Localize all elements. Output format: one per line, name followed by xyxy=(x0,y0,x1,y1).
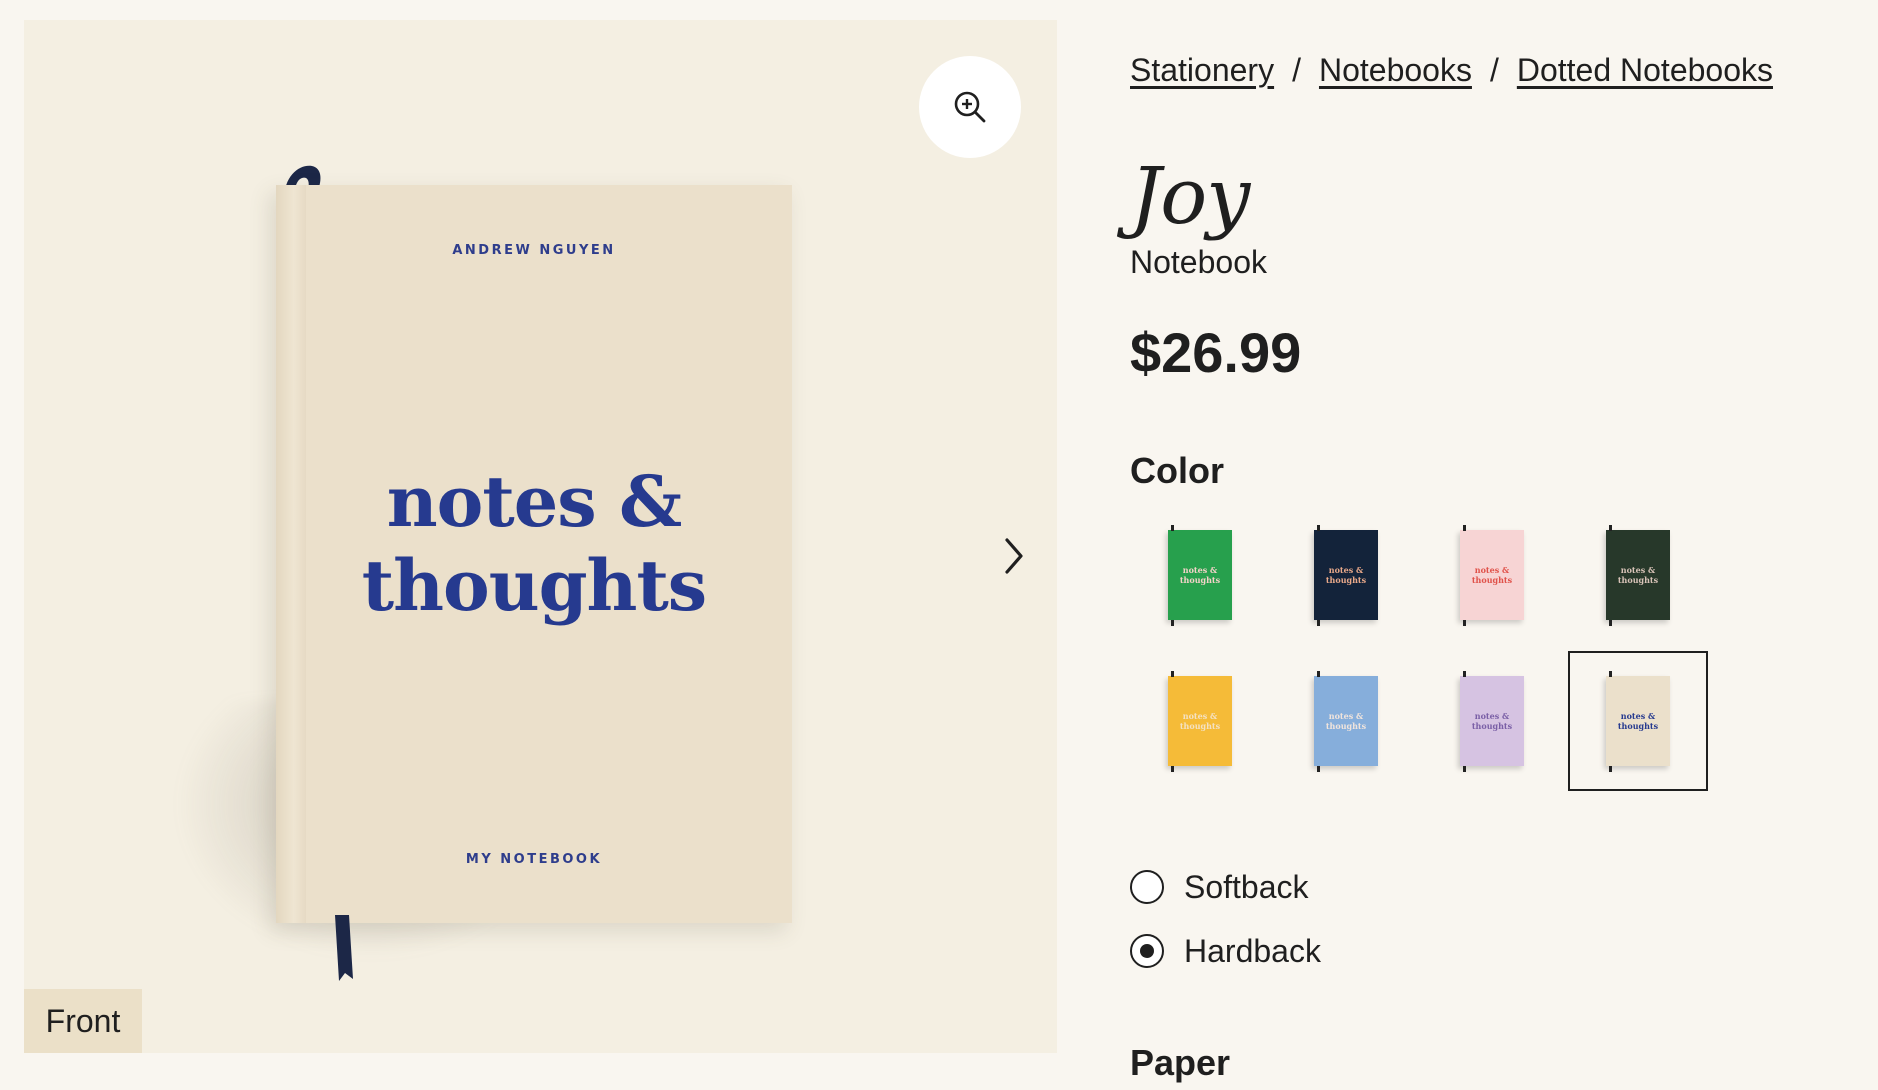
swatch-title-line1: notes & xyxy=(1620,565,1656,575)
color-swatch-yellow[interactable]: notes & thoughts xyxy=(1130,651,1270,791)
swatch-ribbon xyxy=(1609,766,1612,772)
swatch-book-thumbnail: notes & thoughts xyxy=(1606,525,1670,626)
color-section-title: Color xyxy=(1130,450,1224,491)
swatch-ribbon xyxy=(1317,671,1320,677)
swatch-book-thumbnail: notes & thoughts xyxy=(1460,671,1524,772)
cover-title-line1: notes & xyxy=(386,460,682,543)
swatch-book-title: notes & thoughts xyxy=(1618,711,1658,731)
swatch-title-line1: notes & xyxy=(1182,565,1218,575)
product-price: $26.99 xyxy=(1130,321,1302,384)
bookmark-ribbon-bottom xyxy=(335,915,353,981)
radio-unselected-icon[interactable] xyxy=(1130,870,1164,904)
swatch-ribbon xyxy=(1317,620,1320,626)
zoom-button[interactable] xyxy=(919,56,1021,158)
swatch-book-title: notes & thoughts xyxy=(1326,565,1366,585)
swatch-ribbon xyxy=(1463,525,1466,531)
swatch-ribbon xyxy=(1463,671,1466,677)
breadcrumb-link-stationery[interactable]: Stationery xyxy=(1130,52,1274,88)
chevron-right-icon xyxy=(1005,538,1023,574)
swatch-title-line2: thoughts xyxy=(1325,575,1367,585)
radio-dot xyxy=(1140,944,1154,958)
swatch-title-line1: notes & xyxy=(1328,711,1364,721)
color-swatch-grid: notes & thoughts notes & thoughts notes & tho… xyxy=(1130,505,1730,791)
swatch-book-title: notes & thoughts xyxy=(1472,711,1512,731)
swatch-title-line2: thoughts xyxy=(1179,721,1221,731)
swatch-ribbon xyxy=(1463,620,1466,626)
swatch-title-line1: notes & xyxy=(1328,565,1364,575)
color-swatch-lavender[interactable]: notes & thoughts xyxy=(1422,651,1562,791)
swatch-ribbon xyxy=(1171,620,1174,626)
color-swatch-green[interactable]: notes & thoughts xyxy=(1130,505,1270,645)
binding-option-softback[interactable]: Softback xyxy=(1130,855,1321,919)
swatch-title-line2: thoughts xyxy=(1325,721,1367,731)
swatch-ribbon xyxy=(1317,766,1320,772)
swatch-book-thumbnail: notes & thoughts xyxy=(1314,671,1378,772)
swatch-book-title: notes & thoughts xyxy=(1618,565,1658,585)
binding-option-hardback[interactable]: Hardback xyxy=(1130,919,1321,983)
product-type: Notebook xyxy=(1130,244,1267,280)
radio-selected-icon[interactable] xyxy=(1130,934,1164,968)
swatch-book-thumbnail: notes & thoughts xyxy=(1168,671,1232,772)
zoom-in-icon xyxy=(954,91,986,123)
swatch-ribbon xyxy=(1609,620,1612,626)
swatch-title-line1: notes & xyxy=(1474,565,1510,575)
binding-option-label: Hardback xyxy=(1184,932,1321,969)
swatch-title-line2: thoughts xyxy=(1471,575,1513,585)
color-swatch-blue[interactable]: notes & thoughts xyxy=(1276,651,1416,791)
product-gallery: ANDREW NGUYEN notes & thoughts MY NOTEBO… xyxy=(24,20,1057,1053)
color-swatch-dark-green[interactable]: notes & thoughts xyxy=(1568,505,1708,645)
notebook-cover: ANDREW NGUYEN notes & thoughts MY NOTEBO… xyxy=(276,185,792,923)
swatch-book-thumbnail: notes & thoughts xyxy=(1460,525,1524,626)
cover-title-line2: thoughts xyxy=(361,544,707,627)
breadcrumb-separator: / xyxy=(1489,52,1499,88)
color-swatch-cream[interactable]: notes & thoughts xyxy=(1568,651,1708,791)
breadcrumb-link-dotted-notebooks[interactable]: Dotted Notebooks xyxy=(1517,52,1773,88)
cover-title: notes & thoughts xyxy=(276,460,792,628)
swatch-book-thumbnail: notes & thoughts xyxy=(1314,525,1378,626)
swatch-title-line2: thoughts xyxy=(1471,721,1513,731)
next-image-button[interactable] xyxy=(984,506,1044,606)
swatch-ribbon xyxy=(1463,766,1466,772)
image-view-label: Front xyxy=(24,989,142,1053)
swatch-book-title: notes & thoughts xyxy=(1180,711,1220,731)
paper-section-title: Paper xyxy=(1130,1042,1231,1083)
swatch-title-line1: notes & xyxy=(1620,711,1656,721)
color-swatch-navy[interactable]: notes & thoughts xyxy=(1276,505,1416,645)
swatch-book-title: notes & thoughts xyxy=(1180,565,1220,585)
breadcrumb: Stationery / Notebooks / Dotted Notebooks xyxy=(1130,52,1773,89)
swatch-ribbon xyxy=(1171,525,1174,531)
swatch-title-line2: thoughts xyxy=(1179,575,1221,585)
product-name: Joy xyxy=(1130,152,1250,242)
swatch-book-title: notes & thoughts xyxy=(1472,565,1512,585)
product-image: ANDREW NGUYEN notes & thoughts MY NOTEBO… xyxy=(24,20,1057,1053)
swatch-ribbon xyxy=(1317,525,1320,531)
swatch-book-thumbnail: notes & thoughts xyxy=(1168,525,1232,626)
swatch-ribbon xyxy=(1609,525,1612,531)
swatch-title-line2: thoughts xyxy=(1617,721,1659,731)
cover-subtitle: MY NOTEBOOK xyxy=(465,852,603,867)
cover-author: ANDREW NGUYEN xyxy=(452,243,616,258)
color-swatch-pink[interactable]: notes & thoughts xyxy=(1422,505,1562,645)
swatch-ribbon xyxy=(1609,671,1612,677)
breadcrumb-separator: / xyxy=(1292,52,1301,88)
swatch-title-line1: notes & xyxy=(1474,711,1510,721)
swatch-ribbon xyxy=(1171,671,1174,677)
swatch-ribbon xyxy=(1171,766,1174,772)
breadcrumb-link-notebooks[interactable]: Notebooks xyxy=(1319,52,1472,88)
swatch-title-line2: thoughts xyxy=(1617,575,1659,585)
swatch-title-line1: notes & xyxy=(1182,711,1218,721)
binding-option-label: Softback xyxy=(1184,868,1309,905)
swatch-book-thumbnail: notes & thoughts xyxy=(1606,671,1670,772)
swatch-book-title: notes & thoughts xyxy=(1326,711,1366,731)
binding-options: Softback Hardback xyxy=(1130,855,1321,983)
